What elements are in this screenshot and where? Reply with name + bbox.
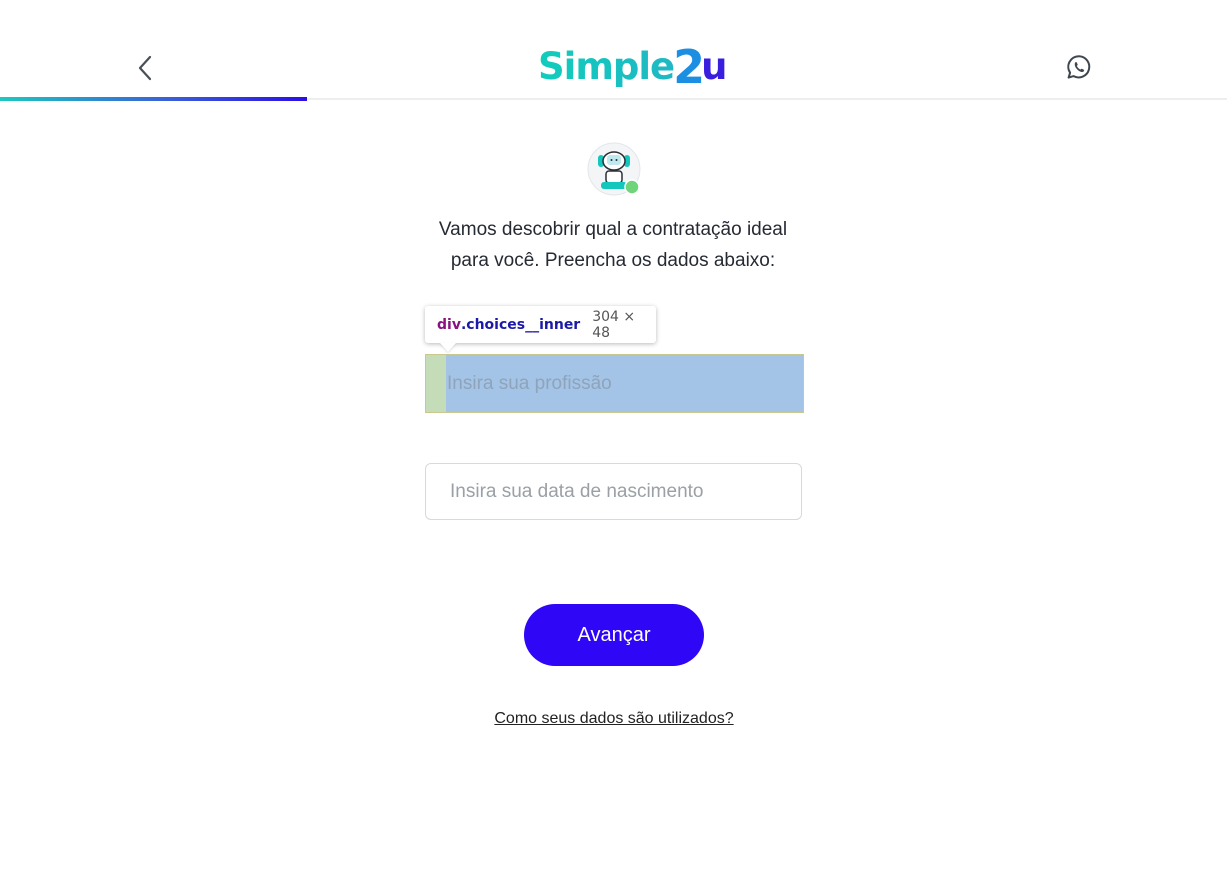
birthdate-field-container	[425, 463, 802, 520]
progress-bar	[0, 97, 307, 101]
profession-select[interactable]: Insira sua profissão	[425, 354, 804, 413]
tooltip-tag: div	[437, 316, 461, 333]
chevron-left-icon	[138, 55, 152, 81]
devtools-element-tooltip: div .choices__inner 304 × 48	[425, 306, 656, 343]
back-button[interactable]	[130, 52, 160, 84]
header: Simple 2 u	[0, 0, 1227, 100]
page: Simple 2 u Vamos descobrir qual a contra…	[0, 0, 1227, 875]
tooltip-arrow	[440, 343, 456, 352]
profession-placeholder: Insira sua profissão	[447, 372, 612, 394]
logo: Simple 2 u	[538, 40, 728, 90]
logo-text-simple: Simple	[538, 45, 675, 88]
padding-highlight	[426, 355, 446, 412]
intro-line-2: para você. Preencha os dados abaixo:	[450, 250, 776, 271]
intro-text: Vamos descobrir qual a contratação ideal…	[413, 214, 813, 276]
intro-line-1: Vamos descobrir qual a contratação ideal	[438, 219, 788, 240]
submit-button[interactable]: Avançar	[524, 604, 704, 666]
tooltip-dimensions: 304 × 48	[592, 308, 636, 341]
whatsapp-button[interactable]	[1065, 53, 1093, 81]
data-usage-link[interactable]: Como seus dados são utilizados?	[489, 710, 739, 728]
robot-avatar-icon	[587, 142, 641, 196]
birthdate-input[interactable]	[448, 479, 792, 504]
tooltip-class: .choices__inner	[460, 316, 581, 333]
logo-text-2: 2	[673, 40, 706, 94]
whatsapp-icon	[1067, 55, 1091, 79]
